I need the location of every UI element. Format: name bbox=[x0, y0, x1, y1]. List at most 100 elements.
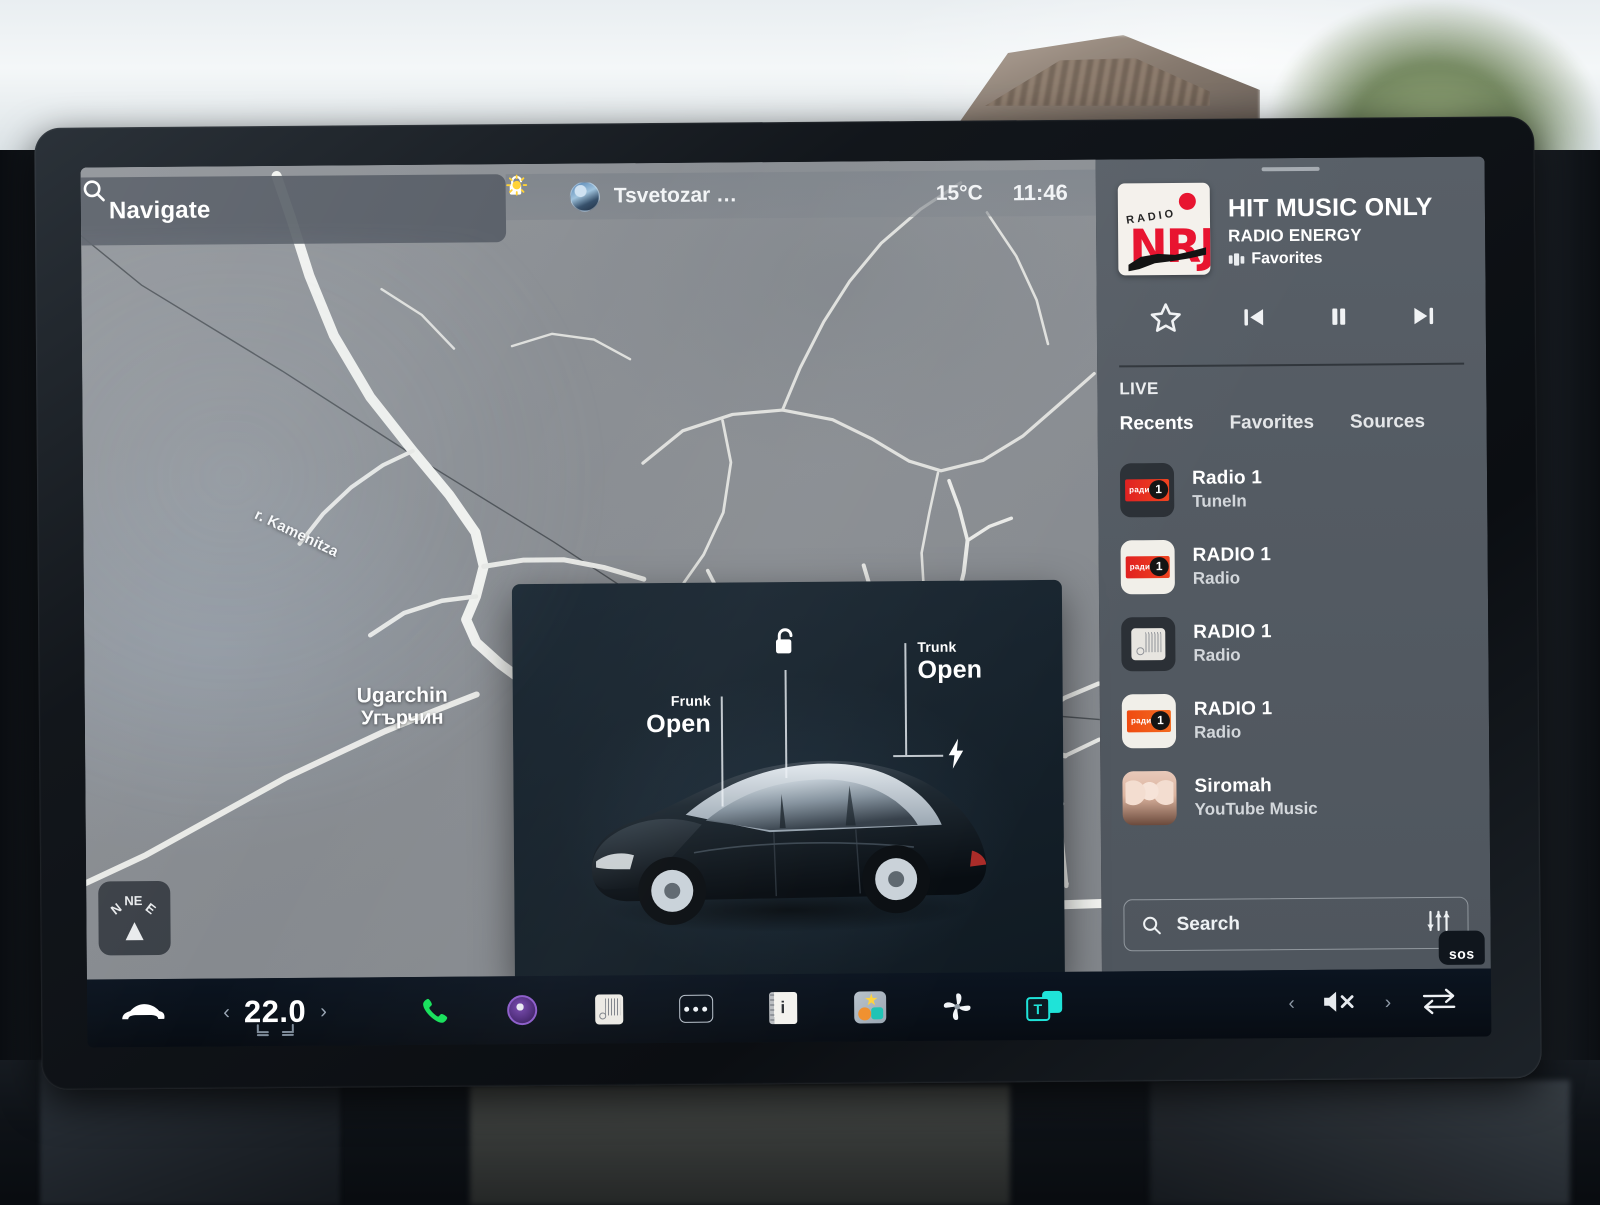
trunk-value: Open bbox=[917, 655, 1037, 685]
list-item-subtitle: YouTube Music bbox=[1195, 798, 1318, 819]
list-item[interactable]: Siromah YouTube Music bbox=[1122, 757, 1468, 837]
lock-status[interactable] bbox=[765, 626, 805, 663]
swap-display-button[interactable] bbox=[1421, 985, 1457, 1020]
frunk-status[interactable]: Frunk Open bbox=[591, 693, 711, 740]
search-icon bbox=[1140, 914, 1162, 936]
map-compass[interactable]: N NE E bbox=[98, 881, 171, 956]
list-item[interactable]: RADIO 1 Radio bbox=[1121, 603, 1467, 683]
square-shape bbox=[871, 1007, 883, 1019]
now-playing-station: RADIO ENERGY bbox=[1228, 225, 1433, 247]
list-item-title: RADIO 1 bbox=[1193, 621, 1272, 644]
tab-sources[interactable]: Sources bbox=[1350, 411, 1425, 434]
theater-icon: T bbox=[1026, 991, 1062, 1021]
camera-app[interactable] bbox=[502, 990, 542, 1030]
climate-app[interactable] bbox=[937, 987, 977, 1027]
taskbar-apps[interactable]: i bbox=[415, 984, 1289, 1031]
unlocked-padlock-icon bbox=[770, 626, 800, 658]
status-bar: Tsvetozar … 15°C 11:46 bbox=[506, 170, 1096, 221]
now-playing-title: HIT MUSIC ONLY bbox=[1228, 193, 1433, 224]
radio1-logo-number: 1 bbox=[1149, 480, 1168, 499]
theater-app[interactable]: T bbox=[1024, 986, 1064, 1026]
now-playing[interactable]: RADIO NRJ HIT MUSIC ONLY RADIO ENERGY Fa… bbox=[1118, 157, 1464, 276]
charge-bolt-icon bbox=[945, 739, 967, 769]
favorite-button[interactable] bbox=[1149, 301, 1183, 339]
car-controls-button[interactable] bbox=[115, 1001, 171, 1025]
tuner-dial-bars bbox=[605, 998, 620, 1015]
temp-increase-button[interactable]: › bbox=[320, 1000, 327, 1023]
tuner-app[interactable] bbox=[589, 989, 629, 1029]
list-item-subtitle: Radio bbox=[1193, 645, 1272, 666]
navigate-search-bar[interactable]: Navigate bbox=[81, 174, 507, 245]
media-list[interactable]: радио 1 Radio 1 TuneIn радио 1 R bbox=[1120, 449, 1468, 837]
now-playing-source-label: Favorites bbox=[1251, 250, 1322, 269]
toybox-app[interactable] bbox=[850, 987, 890, 1027]
frunk-label: Frunk bbox=[591, 693, 711, 710]
media-tabs[interactable]: Recents Favorites Sources bbox=[1120, 411, 1465, 436]
avatar[interactable] bbox=[570, 181, 600, 211]
seat-heater-row[interactable] bbox=[256, 1024, 295, 1037]
album-artwork-nrj: RADIO NRJ bbox=[1118, 183, 1211, 276]
volume-increase-button[interactable]: › bbox=[1385, 992, 1392, 1014]
temperature-outside: 15°C bbox=[936, 181, 983, 205]
list-item-text: Siromah YouTube Music bbox=[1194, 774, 1317, 819]
charge-leader-line bbox=[893, 755, 943, 757]
climate-temperature-control[interactable]: ‹ 22.0 › bbox=[223, 994, 327, 1031]
list-item-subtitle: Radio bbox=[1193, 568, 1272, 589]
volume-control[interactable]: ‹ › bbox=[1288, 987, 1391, 1021]
center-console bbox=[470, 1085, 1010, 1205]
more-app[interactable] bbox=[676, 989, 716, 1029]
volume-decrease-button[interactable]: ‹ bbox=[1288, 993, 1295, 1015]
theater-t-badge: T bbox=[1026, 997, 1050, 1021]
media-panel[interactable]: RADIO NRJ HIT MUSIC ONLY RADIO ENERGY Fa… bbox=[1096, 157, 1491, 972]
notes-app[interactable]: i bbox=[763, 988, 803, 1028]
media-search-bar[interactable]: Search bbox=[1123, 897, 1468, 952]
dot bbox=[684, 1006, 689, 1011]
sos-button[interactable]: sos bbox=[1439, 931, 1485, 965]
equalizer-icon bbox=[1425, 908, 1451, 932]
volume-mute-button[interactable] bbox=[1321, 987, 1359, 1020]
compass-n: N bbox=[108, 900, 125, 918]
tuner-knob bbox=[1136, 647, 1144, 655]
dot bbox=[702, 1006, 707, 1011]
nrj-logo-dot bbox=[1179, 193, 1196, 210]
tab-favorites[interactable]: Favorites bbox=[1229, 412, 1314, 435]
favorites-icon bbox=[1228, 252, 1245, 267]
radio1-logo-number: 1 bbox=[1151, 711, 1170, 730]
apps-grid-icon bbox=[854, 991, 886, 1023]
list-item-title: Radio 1 bbox=[1192, 467, 1262, 490]
temp-decrease-button[interactable]: ‹ bbox=[223, 1001, 230, 1024]
tesla-touchscreen[interactable]: r. Kamenitza Ugarchin Угърчин Navigate T… bbox=[81, 157, 1492, 1048]
seat-heater-icon bbox=[280, 1024, 295, 1037]
sos-label: sos bbox=[1449, 946, 1475, 962]
list-item[interactable]: радио 1 RADIO 1 Radio bbox=[1122, 680, 1468, 760]
next-button[interactable] bbox=[1410, 301, 1438, 334]
bottom-taskbar[interactable]: ‹ 22.0 › bbox=[87, 968, 1491, 1047]
transport-controls[interactable] bbox=[1118, 273, 1463, 340]
frunk-value: Open bbox=[591, 710, 711, 740]
ellipsis-icon bbox=[679, 995, 713, 1023]
previous-button[interactable] bbox=[1240, 303, 1268, 336]
profile-name[interactable]: Tsvetozar … bbox=[614, 183, 738, 208]
circle-shape bbox=[858, 1007, 871, 1020]
list-item[interactable]: радио 1 RADIO 1 Radio bbox=[1120, 526, 1466, 606]
now-playing-meta: HIT MUSIC ONLY RADIO ENERGY Favorites bbox=[1228, 181, 1433, 275]
radio1-light-thumb: радио 1 bbox=[1121, 539, 1175, 593]
tesla-touchscreen-bezel: r. Kamenitza Ugarchin Угърчин Navigate T… bbox=[34, 116, 1542, 1090]
sun-icon bbox=[506, 174, 528, 196]
list-item-text: RADIO 1 Radio bbox=[1194, 698, 1273, 743]
siromah-album-thumb bbox=[1122, 770, 1176, 824]
radio-tuner-icon bbox=[1131, 628, 1165, 660]
volume-muted-icon bbox=[1321, 987, 1359, 1015]
media-drag-handle[interactable] bbox=[1261, 167, 1319, 171]
tab-recents[interactable]: Recents bbox=[1120, 413, 1194, 436]
trunk-status[interactable]: Trunk Open bbox=[917, 638, 1037, 685]
car-controls-card[interactable]: Frunk Open Trunk Open bbox=[512, 580, 1065, 984]
list-item[interactable]: радио 1 Radio 1 TuneIn bbox=[1120, 449, 1466, 529]
play-pause-button[interactable] bbox=[1325, 302, 1353, 335]
charge-port-status[interactable] bbox=[945, 738, 985, 773]
tuner-knob bbox=[599, 1012, 606, 1019]
weather-widget[interactable]: 15°C bbox=[936, 181, 983, 205]
now-playing-source[interactable]: Favorites bbox=[1228, 249, 1433, 269]
phone-app[interactable] bbox=[415, 991, 455, 1031]
phone-icon bbox=[420, 996, 450, 1026]
